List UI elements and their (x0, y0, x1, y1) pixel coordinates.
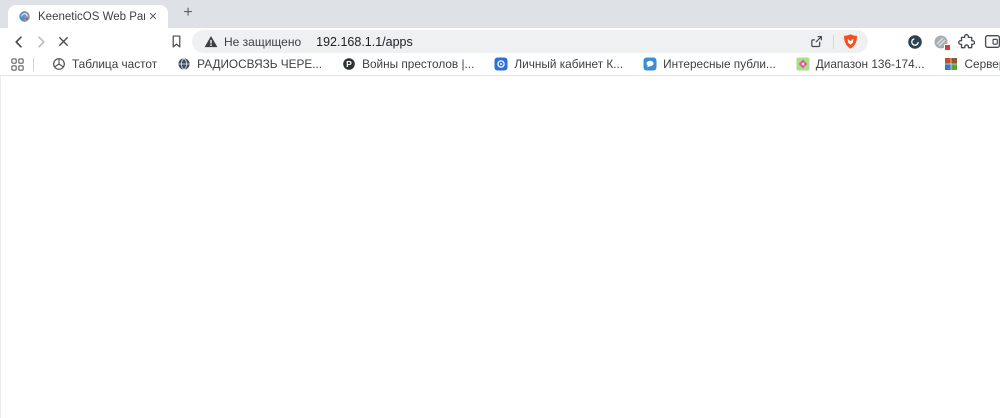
sidebar-panel-icon[interactable] (982, 31, 1000, 52)
tab-close-icon[interactable]: ✕ (145, 9, 161, 25)
multicolor-favicon-icon (944, 57, 958, 71)
extension-clock-icon[interactable] (904, 31, 925, 52)
bookmark-item[interactable]: Сервер радиолюб... (934, 55, 1000, 73)
bookmark-label: Войны престолов |... (362, 57, 474, 71)
bookmark-page-icon[interactable] (166, 32, 186, 52)
active-tab[interactable]: KeeneticOS Web Panel ✕ (8, 5, 168, 28)
extension-alert-badge (944, 44, 951, 51)
fan-globe-favicon-icon (52, 57, 66, 71)
security-warning-label: Не защищено (224, 35, 301, 49)
keenetic-favicon-icon (18, 10, 31, 23)
page-content (0, 76, 1000, 418)
url-text: 192.168.1.1/apps (316, 35, 806, 49)
share-icon[interactable] (806, 31, 827, 52)
apps-grid-icon[interactable] (8, 55, 26, 73)
back-icon[interactable] (8, 31, 30, 53)
bookmark-item[interactable]: Интересные публи... (633, 55, 786, 73)
new-tab-button[interactable]: + (176, 2, 200, 26)
forward-icon[interactable] (30, 31, 52, 53)
bookmark-label: РАДИОСВЯЗЬ ЧЕРЕ... (197, 57, 322, 71)
navigation-toolbar: Не защищено 192.168.1.1/apps (0, 28, 1000, 55)
stop-loading-icon[interactable] (52, 31, 74, 53)
bookmark-item[interactable]: Личный кабинет К... (484, 55, 633, 73)
bookmarks-divider (33, 58, 34, 71)
tab-title: KeeneticOS Web Panel (38, 11, 145, 23)
bookmark-label: Диапазон 136-174... (816, 57, 925, 71)
brave-shields-icon[interactable] (840, 31, 861, 52)
extensions-puzzle-icon[interactable] (956, 31, 977, 52)
green-pink-favicon-icon (796, 57, 810, 71)
blue-wheel-favicon-icon (494, 57, 508, 71)
security-warning-icon (204, 35, 218, 48)
bookmark-label: Сервер радиолюб... (964, 57, 1000, 71)
bookmark-label: Таблица частот (72, 57, 157, 71)
toolbar-right-icons (904, 31, 994, 52)
bookmarks-bar: Таблица частот РАДИОСВЯЗЬ ЧЕРЕ... P Войн… (0, 55, 1000, 76)
bookmark-label: Личный кабинет К... (514, 57, 623, 71)
bookmark-label: Интересные публи... (663, 57, 776, 71)
address-bar[interactable]: Не защищено 192.168.1.1/apps (192, 30, 868, 53)
omnibox-divider (833, 35, 834, 49)
svg-text:P: P (346, 59, 352, 69)
bookmark-item[interactable]: РАДИОСВЯЗЬ ЧЕРЕ... (167, 55, 332, 73)
bookmark-item[interactable]: Таблица частот (42, 55, 167, 73)
extension-badge-icon[interactable] (930, 31, 951, 52)
dark-globe-favicon-icon (177, 57, 191, 71)
blue-bubble-favicon-icon (643, 57, 657, 71)
bookmark-item[interactable]: Диапазон 136-174... (786, 55, 935, 73)
p-badge-favicon-icon: P (342, 57, 356, 71)
tab-strip: KeeneticOS Web Panel ✕ + (0, 0, 1000, 28)
bookmark-item[interactable]: P Войны престолов |... (332, 55, 484, 73)
